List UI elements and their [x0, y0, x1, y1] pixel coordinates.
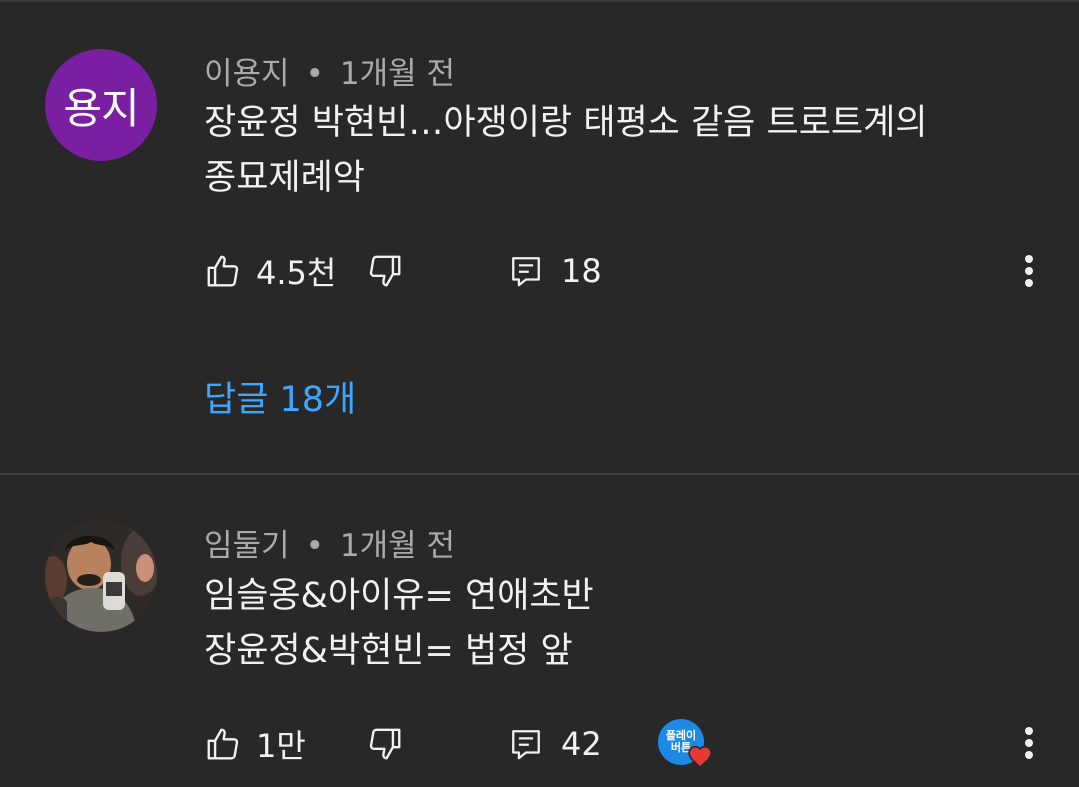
more-dot	[1025, 279, 1033, 287]
comment-line: 장윤정 박현빈…아쟁이랑 태평소 같음 트로트계의	[204, 103, 928, 143]
more-dot	[1025, 751, 1033, 759]
comment-1: 용지 이용지 • 1개월 전 장윤정 박현빈…아쟁이랑 태평소 같음 트로트계의 종…	[0, 0, 1079, 473]
thumbs-down-icon	[366, 725, 404, 763]
comment-line: 임슬옹&아이유= 연애초반	[204, 576, 594, 616]
meta-separator: •	[305, 528, 324, 564]
comment-line: 종묘제례악	[204, 158, 366, 198]
heart-icon	[688, 745, 714, 773]
dislike-button[interactable]	[366, 725, 404, 767]
like-button[interactable]: 1만	[204, 721, 306, 767]
more-options-button[interactable]	[1014, 718, 1044, 768]
timestamp[interactable]: 1개월 전	[340, 528, 455, 564]
meta-separator: •	[305, 56, 324, 92]
dislike-button[interactable]	[366, 252, 404, 294]
comment-actions: 1만 42 플레이 버튼	[204, 719, 712, 770]
reply-count: 42	[561, 725, 602, 763]
timestamp[interactable]: 1개월 전	[340, 56, 455, 92]
avatar[interactable]	[45, 520, 157, 632]
comment-meta: 이용지 • 1개월 전	[204, 48, 455, 93]
thumbs-up-icon	[204, 252, 242, 290]
avatar-initials: 용지	[63, 83, 139, 133]
comment-meta: 임둘기 • 1개월 전	[204, 520, 455, 565]
reply-button[interactable]: 42	[509, 719, 602, 769]
view-replies-link[interactable]: 답글 18개	[204, 371, 356, 422]
author-name[interactable]: 이용지	[204, 56, 290, 92]
reply-button[interactable]: 18	[509, 246, 602, 296]
comment-text: 장윤정 박현빈…아쟁이랑 태평소 같음 트로트계의 종묘제례악	[204, 96, 928, 206]
more-dot	[1025, 255, 1033, 263]
more-options-button[interactable]	[1014, 246, 1044, 296]
avatar-photo	[45, 520, 157, 632]
thumbs-down-icon	[366, 252, 404, 290]
author-name[interactable]: 임둘기	[204, 528, 290, 564]
avatar[interactable]: 용지	[45, 49, 157, 161]
comment-actions: 4.5천 18	[204, 246, 602, 296]
like-count: 1만	[256, 727, 306, 765]
more-dot	[1025, 267, 1033, 275]
like-button[interactable]: 4.5천	[204, 248, 336, 294]
like-count: 4.5천	[256, 254, 337, 292]
reply-count: 18	[561, 252, 602, 290]
comment-text: 임슬옹&아이유= 연애초반 장윤정&박현빈= 법정 앞	[204, 569, 594, 679]
comment-icon	[509, 727, 543, 761]
thumbs-up-icon	[204, 725, 242, 763]
more-dot	[1025, 727, 1033, 735]
more-dot	[1025, 739, 1033, 747]
comment-line: 장윤정&박현빈= 법정 앞	[204, 631, 573, 671]
comment-2: 임둘기 • 1개월 전 임슬옹&아이유= 연애초반 장윤정&박현빈= 법정 앞 1만	[0, 475, 1079, 787]
comment-icon	[509, 254, 543, 288]
